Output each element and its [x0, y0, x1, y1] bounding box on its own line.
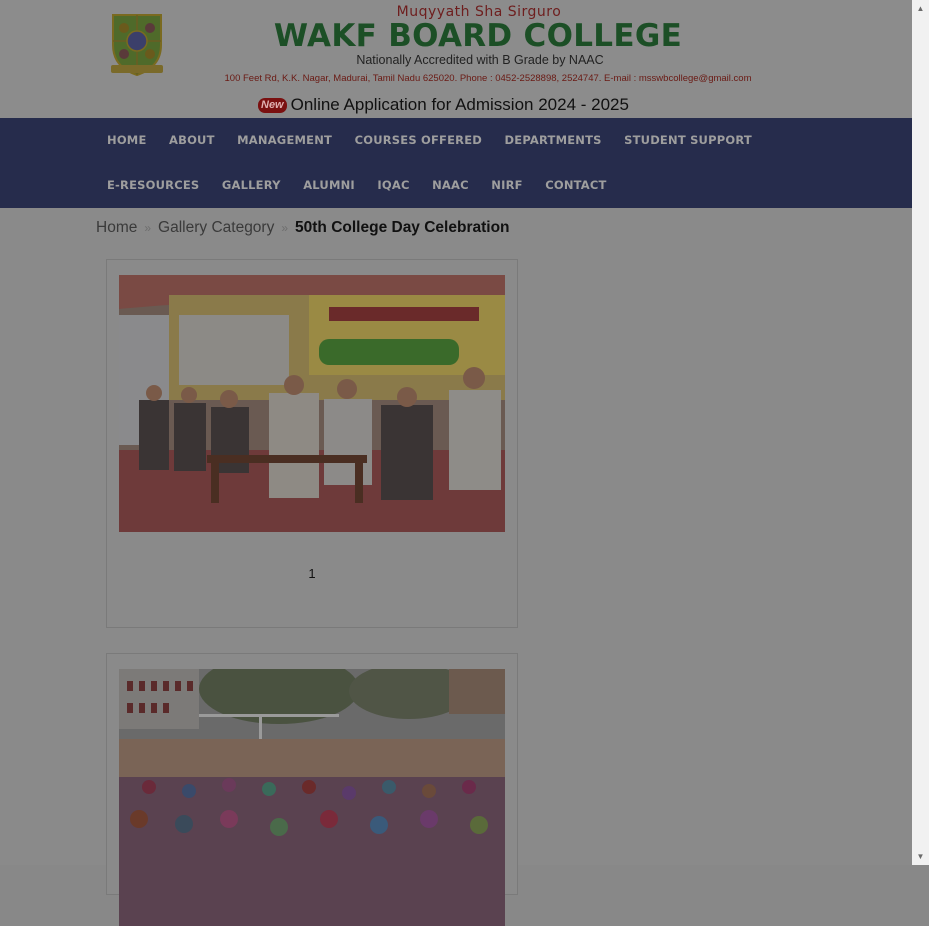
gallery-caption: 1 [308, 566, 316, 581]
college-name[interactable]: WAKF BOARD COLLEGE [268, 18, 688, 54]
gallery-card[interactable] [106, 653, 518, 926]
breadcrumb: Home » Gallery Category » 50th College D… [96, 219, 510, 237]
page: Muqyyath Sha Sirguro WAKF BOARD COLLEGE … [0, 0, 912, 926]
nav-item-alumni[interactable]: ALUMNI [303, 177, 355, 193]
gallery-card[interactable]: 1 [106, 259, 518, 628]
nav-item-student-support[interactable]: STUDENT SUPPORT [624, 132, 752, 148]
nav-row-1: HOME ABOUT MANAGEMENT COURSES OFFERED DE… [107, 132, 774, 148]
gallery-photo-audience[interactable] [119, 669, 505, 926]
scroll-up-arrow-icon[interactable]: ▲ [912, 0, 929, 17]
breadcrumb-gallery-category[interactable]: Gallery Category [158, 219, 274, 237]
nav-item-about[interactable]: ABOUT [169, 132, 215, 148]
accreditation-text: Nationally Accredited with B Grade by NA… [356, 53, 604, 67]
nav-item-gallery[interactable]: GALLERY [222, 177, 281, 193]
gallery-photo-stage-dignitaries[interactable] [119, 275, 505, 532]
nav-item-home[interactable]: HOME [107, 132, 147, 148]
vertical-scrollbar[interactable]: ▲ ▼ [912, 0, 929, 865]
main-navigation: HOME ABOUT MANAGEMENT COURSES OFFERED DE… [0, 118, 912, 208]
nav-item-management[interactable]: MANAGEMENT [237, 132, 332, 148]
nav-item-departments[interactable]: DEPARTMENTS [505, 132, 602, 148]
nav-item-e-resources[interactable]: E-RESOURCES [107, 177, 199, 193]
breadcrumb-separator: » [281, 221, 289, 235]
nav-item-nirf[interactable]: NIRF [491, 177, 522, 193]
breadcrumb-current: 50th College Day Celebration [295, 219, 510, 236]
site-header: Muqyyath Sha Sirguro WAKF BOARD COLLEGE … [0, 0, 912, 118]
admission-announcement[interactable]: New Online Application for Admission 202… [258, 94, 629, 116]
nav-item-naac[interactable]: NAAC [432, 177, 469, 193]
scroll-down-arrow-icon[interactable]: ▼ [912, 848, 929, 865]
breadcrumb-separator: » [144, 221, 152, 235]
nav-item-contact[interactable]: CONTACT [545, 177, 606, 193]
nav-row-2: E-RESOURCES GALLERY ALUMNI IQAC NAAC NIR… [107, 177, 629, 193]
contact-address: 100 Feet Rd, K.K. Nagar, Madurai, Tamil … [224, 73, 752, 84]
breadcrumb-home[interactable]: Home [96, 219, 137, 237]
new-badge: New [258, 97, 287, 113]
admission-link[interactable]: Online Application for Admission 2024 - … [291, 95, 629, 115]
nav-item-courses-offered[interactable]: COURSES OFFERED [355, 132, 482, 148]
nav-item-iqac[interactable]: IQAC [377, 177, 409, 193]
college-logo[interactable] [107, 11, 167, 77]
